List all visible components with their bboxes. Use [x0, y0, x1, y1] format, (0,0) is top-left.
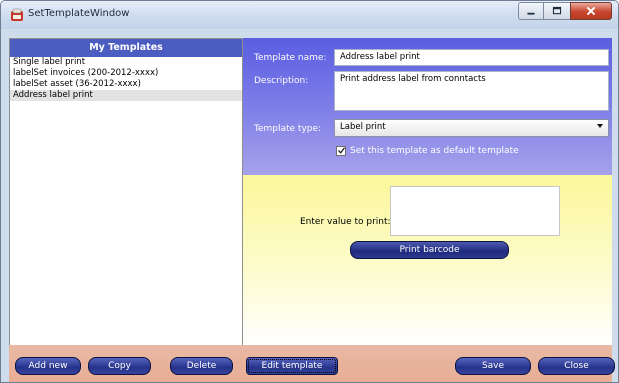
template-type-select[interactable]: Label print	[334, 119, 609, 137]
client-area: My Templates Single label print labelSet…	[7, 30, 615, 382]
close-window-button[interactable]	[570, 2, 612, 20]
default-template-checkbox[interactable]	[336, 146, 346, 156]
close-button[interactable]: Close	[538, 357, 615, 375]
action-bar: Add new Copy Delete Edit template Save C…	[9, 345, 615, 382]
copy-button[interactable]: Copy	[88, 357, 151, 375]
chevron-down-icon	[597, 124, 603, 128]
template-list-item[interactable]: Single label print	[10, 57, 242, 68]
app-icon	[11, 8, 23, 21]
print-barcode-button[interactable]: Print barcode	[350, 241, 509, 259]
description-input[interactable]: Print address label from conntacts	[334, 71, 609, 111]
print-panel: Enter value to print: Print barcode	[243, 175, 612, 345]
template-list-item-selected[interactable]: Address label print	[10, 90, 242, 101]
add-new-button[interactable]: Add new	[15, 357, 81, 375]
delete-button[interactable]: Delete	[170, 357, 233, 375]
template-list-item[interactable]: labelSet invoices (200-2012-xxxx)	[10, 68, 242, 79]
save-button[interactable]: Save	[455, 357, 531, 375]
value-to-print-label: Enter value to print:	[300, 217, 391, 227]
minimize-icon	[527, 12, 535, 15]
templates-panel: My Templates Single label print labelSet…	[9, 38, 243, 373]
template-form-panel: Template name: Address label print Descr…	[243, 38, 612, 175]
window-title: SetTemplateWindow	[28, 8, 130, 19]
default-template-option[interactable]: Set this template as default template	[336, 146, 519, 156]
set-template-window: SetTemplateWindow My Templates Single la…	[0, 0, 619, 383]
value-to-print-input[interactable]	[390, 186, 560, 236]
template-list-item[interactable]: labelSet asset (36-2012-xxxx)	[10, 79, 242, 90]
caption-buttons	[518, 2, 612, 20]
template-name-input[interactable]: Address label print	[334, 49, 609, 66]
templates-header: My Templates	[10, 39, 242, 57]
template-type-label: Template type:	[254, 124, 322, 134]
template-name-label: Template name:	[254, 53, 327, 63]
maximize-icon	[552, 6, 562, 15]
title-bar[interactable]: SetTemplateWindow	[1, 1, 618, 29]
default-template-label: Set this template as default template	[350, 146, 519, 156]
close-icon	[586, 6, 596, 16]
edit-template-button[interactable]: Edit template	[246, 357, 338, 375]
description-label: Description:	[254, 76, 309, 86]
minimize-button[interactable]	[518, 2, 544, 20]
check-icon	[338, 147, 345, 154]
templates-list[interactable]: Single label print labelSet invoices (20…	[10, 57, 242, 101]
template-type-value: Label print	[340, 122, 386, 132]
maximize-button[interactable]	[544, 2, 570, 20]
